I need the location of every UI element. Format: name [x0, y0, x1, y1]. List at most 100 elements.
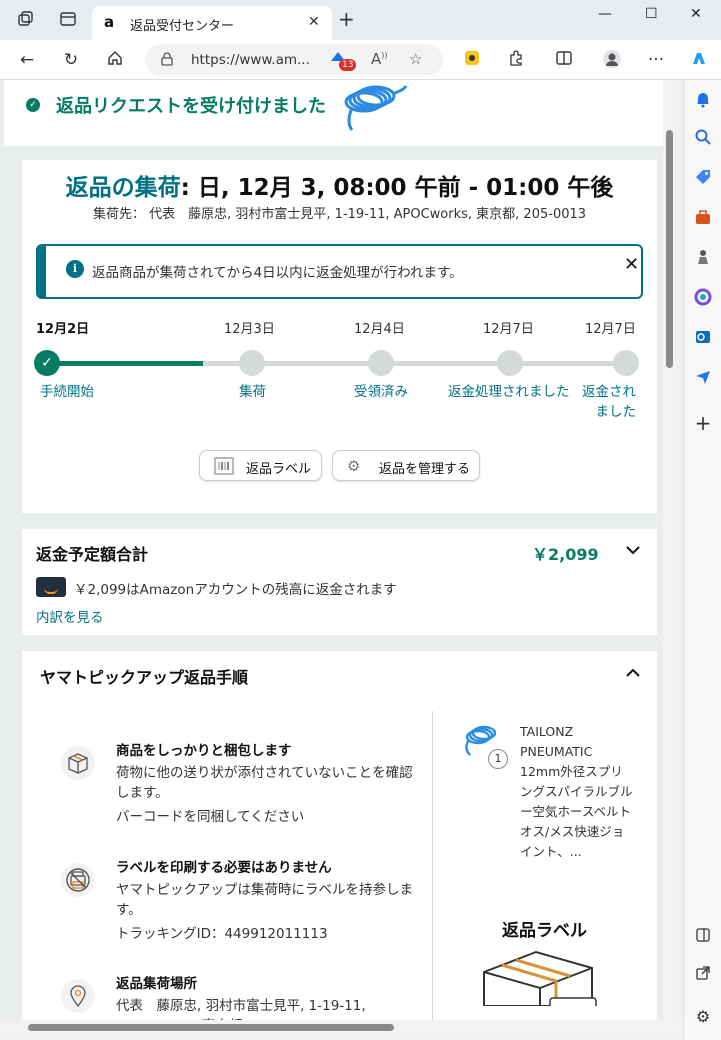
add-icon[interactable]: +: [692, 412, 714, 434]
tab-title: 返品受付センター: [130, 19, 235, 34]
address-bar[interactable]: https://www.am... 13 A)) ☆: [145, 44, 443, 76]
lock-icon[interactable]: [161, 52, 173, 70]
step-date: 12月4日: [354, 322, 405, 337]
instruction-text: ヤマトピックアップは集荷時にラベルを持参します。: [116, 882, 413, 918]
refresh-icon[interactable]: ↻: [60, 49, 82, 71]
step-dot: [239, 350, 265, 376]
step-label-line1: 返金され: [582, 384, 636, 400]
new-tab-icon[interactable]: +: [338, 9, 355, 29]
vertical-scrollbar[interactable]: [663, 80, 675, 1020]
pickup-title: 返品の集荷: 日, 12月 3, 08:00 午前 - 01:00 午後: [22, 168, 657, 202]
vertical-scroll-thumb[interactable]: [666, 130, 673, 368]
alert-text: 返品商品が集荷されてから4日以内に返金処理が行われます。: [92, 265, 463, 281]
extensions-icon[interactable]: [505, 49, 527, 71]
step-label: 受領済み: [354, 384, 408, 400]
progress-fill: [47, 361, 204, 366]
return-label-button-label: 返品ラベル: [246, 462, 312, 477]
step-dot: [368, 350, 394, 376]
games-icon[interactable]: [692, 248, 714, 270]
outlook-icon[interactable]: [692, 328, 714, 350]
refund-note: ￥2,099はAmazonアカウントの残高に返金されます: [74, 582, 397, 598]
shopping-tag-icon[interactable]: [692, 168, 714, 190]
instruction-location: 返品集荷場所 代表 藤原忠, 羽村市富士見平, 1-19-11, APOCwor…: [60, 972, 420, 1020]
sidebar-toggle-icon[interactable]: [692, 927, 714, 949]
extension-badge-count: 13: [339, 59, 357, 71]
tab-close-icon[interactable]: ✕: [308, 14, 320, 30]
extension-app-icon[interactable]: [461, 49, 483, 71]
tracking-id: トラッキングID：449912011113: [116, 926, 328, 942]
product-name[interactable]: TAILONZ PNEUMATIC 12mm外径スプリングスパイラルブルー空気ホ…: [520, 722, 634, 862]
barcode-icon: [214, 457, 234, 479]
product-quantity-badge: 1: [488, 749, 508, 769]
external-link-icon[interactable]: [692, 965, 714, 987]
maximize-icon[interactable]: ☐: [645, 6, 658, 22]
horizontal-scrollbar[interactable]: [0, 1020, 683, 1034]
instruction-pack: 商品をしっかりと梱包します 荷物に他の送り状が添付されていないことを確認します。…: [60, 739, 420, 839]
page-content: ✓ 返品リクエストを受け付けました 返品の集荷: 日, 12月 3, 08:00…: [0, 80, 663, 1020]
yamato-pickup-card: ヤマトピックアップ返品手順 商品をしっかりと梱包します 荷物に他の送り状が添付さ…: [22, 651, 657, 1020]
return-accepted-banner: ✓ 返品リクエストを受け付けました: [4, 80, 663, 146]
return-progress-tracker: 12月2日 12月3日 12月4日 12月7日 12月7日 ✓ 手続開始 集荷 …: [22, 318, 657, 428]
home-icon[interactable]: [104, 49, 126, 71]
spiral-hose-product-image: [342, 82, 410, 138]
refund-details-link[interactable]: 内訳を見る: [36, 606, 104, 626]
search-icon[interactable]: [692, 128, 714, 150]
instruction-body: 荷物に他の送り状が添付されていないことを確認します。 バーコードを同梱してくださ…: [116, 763, 418, 827]
tools-icon[interactable]: [692, 208, 714, 230]
step-label: 手続開始: [40, 384, 94, 400]
instruction-title: 商品をしっかりと梱包します: [116, 743, 292, 759]
split-screen-icon[interactable]: [553, 49, 575, 71]
pickup-title-datetime: : 日, 12月 3, 08:00 午前 - 01:00 午後: [180, 175, 614, 201]
refund-summary-card: 返金予定額合計 ￥2,099 ￥2,099はAmazonアカウントの残高に返金さ…: [22, 529, 657, 635]
bell-icon[interactable]: [692, 90, 714, 112]
browser-tab-bar: a 返品受付センター ✕ + — ☐ ✕: [0, 0, 721, 40]
settings-icon[interactable]: ⚙: [692, 1006, 714, 1028]
browser-sidebar: + ⚙: [683, 80, 721, 1040]
instruction-body: 代表 藤原忠, 羽村市富士見平, 1-19-11, APOCworks, 東京都…: [116, 998, 366, 1020]
vertical-tabs-icon[interactable]: [58, 10, 78, 30]
step-date: 12月7日: [585, 322, 636, 337]
step-dot: [497, 350, 523, 376]
amazon-favicon-icon: a: [104, 13, 115, 31]
extension-badge-icon[interactable]: 13: [329, 49, 357, 71]
more-menu-icon[interactable]: ···: [645, 49, 667, 71]
m365-icon[interactable]: [692, 288, 714, 310]
read-aloud-icon[interactable]: A)): [371, 50, 388, 68]
address-url[interactable]: https://www.am...: [191, 52, 310, 68]
window-close-icon[interactable]: ✕: [690, 6, 702, 22]
manage-return-button[interactable]: ⚙ 返品を管理する: [332, 450, 480, 481]
alert-close-icon[interactable]: ✕: [624, 254, 639, 275]
profile-icon[interactable]: [601, 49, 623, 71]
back-icon[interactable]: ←: [16, 49, 38, 71]
banner-text: 返品リクエストを受け付けました: [56, 96, 326, 117]
refund-amount: ￥2,099: [532, 545, 599, 564]
instruction-text: バーコードを同梱してください: [116, 809, 305, 825]
step-date: 12月2日: [36, 322, 90, 337]
gear-icon: ⚙: [347, 457, 361, 475]
step-label: 返金され ました: [582, 382, 636, 422]
step-date: 12月3日: [224, 322, 275, 337]
copilot-icon[interactable]: [688, 49, 710, 71]
tab-actions-icon[interactable]: [16, 10, 36, 30]
horizontal-scroll-thumb[interactable]: [28, 1024, 394, 1031]
info-icon: i: [66, 260, 84, 278]
send-icon[interactable]: [692, 368, 714, 390]
chevron-up-icon[interactable]: [626, 666, 640, 682]
instruction-title: 返品集荷場所: [116, 976, 197, 992]
no-printer-icon: [60, 862, 96, 898]
step-dot-complete: ✓: [34, 350, 60, 376]
pickup-schedule-card: 返品の集荷: 日, 12月 3, 08:00 午前 - 01:00 午後 集荷先…: [22, 160, 657, 513]
return-label-button[interactable]: 返品ラベル: [199, 450, 322, 481]
step-label: 集荷: [239, 384, 266, 400]
progress-track: [47, 361, 625, 366]
pickup-title-prefix: 返品の集荷: [65, 175, 181, 201]
refund-info-alert: i 返品商品が集荷されてから4日以内に返金処理が行われます。 ✕: [36, 244, 643, 299]
favorite-star-icon[interactable]: ☆: [409, 50, 422, 68]
amazon-logo-icon: [36, 577, 66, 597]
step-date: 12月7日: [483, 322, 534, 337]
browser-tab-active[interactable]: a 返品受付センター ✕: [92, 6, 332, 40]
step-dot: [613, 350, 639, 376]
minimize-icon[interactable]: —: [598, 6, 612, 22]
instruction-body: ヤマトピックアップは集荷時にラベルを持参します。 トラッキングID：449912…: [116, 880, 418, 944]
chevron-down-icon[interactable]: [626, 543, 640, 559]
